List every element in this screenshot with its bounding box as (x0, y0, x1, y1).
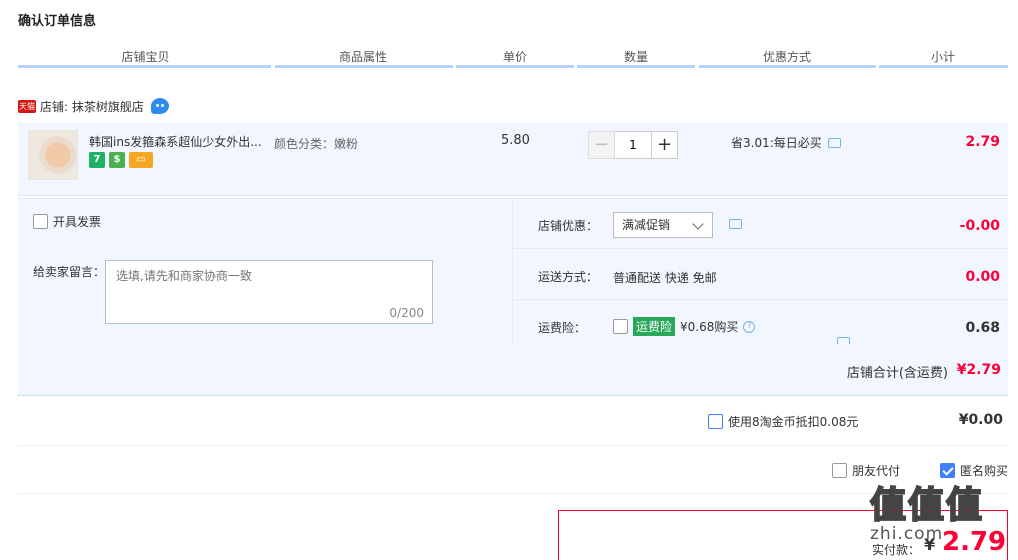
memo-box: 0/200 (105, 260, 433, 324)
payment-amount: 2.79 (942, 527, 1007, 557)
qty-plus-button[interactable]: + (651, 131, 678, 159)
taobao-coin-checkbox[interactable] (708, 414, 723, 429)
item-unit-price: 5.80 (501, 133, 530, 148)
shipping-value: 0.00 (965, 269, 1000, 285)
seven-day-return-icon[interactable]: 7 (89, 152, 105, 168)
insurance-label: 运费险： (538, 321, 587, 335)
payment-options-row: 朋友代付 匿名购买 (18, 448, 1008, 494)
invoice-checkbox[interactable] (33, 214, 48, 229)
shipping-method: 普通配送 快递 免邮 (613, 271, 717, 285)
order-options: 开具发票 给卖家留言： 0/200 店铺优惠： 满减促销 -0.00 运送方式：… (18, 198, 1008, 347)
column-underline (18, 65, 271, 68)
column-underline (699, 65, 876, 68)
item-thumbnail[interactable] (28, 130, 78, 180)
discount-help-icon[interactable] (729, 219, 742, 229)
anonymous-label: 匿名购买 (960, 464, 1009, 478)
anonymous-option[interactable]: 匿名购买 (940, 462, 1008, 479)
shop-discount-value: -0.00 (959, 218, 1000, 234)
shop-discount-label: 店铺优惠： (538, 219, 599, 233)
column-header-qty: 数量 (623, 50, 648, 64)
payment-summary: 实付款： ¥ 2.79 (558, 510, 1008, 560)
shop-total-label: 店铺合计(含运费) (846, 366, 948, 381)
column-underline (275, 65, 453, 68)
chevron-down-icon (692, 218, 704, 230)
invoice-option[interactable]: 开具发票 (33, 213, 101, 230)
shipping-row: 运送方式： 普通配送 快递 免邮 0.00 (513, 250, 1008, 300)
column-header: 店铺宝贝 商品属性 单价 数量 优惠方式 小计 (18, 46, 1008, 68)
column-header-discount: 优惠方式 (762, 50, 811, 64)
qty-minus-button[interactable]: − (588, 131, 615, 159)
page-title: 确认订单信息 (18, 14, 97, 29)
quantity-stepper: − + (588, 131, 678, 159)
item-subtotal: 2.79 (965, 134, 1000, 150)
item-attribute: 颜色分类：嫩粉 (274, 137, 359, 151)
payment-label: 实付款： (872, 543, 921, 557)
shop-row: 天猫 店铺: 抹茶树旗舰店 (18, 96, 169, 116)
insurance-value: 0.68 (965, 320, 1000, 336)
invoice-label: 开具发票 (53, 215, 102, 229)
friend-pay-checkbox[interactable] (832, 463, 847, 478)
item-discount: 省3.01:每日必买 (731, 134, 841, 151)
shop-discount-selected: 满减促销 (622, 218, 671, 232)
friend-pay-label: 朋友代付 (852, 464, 901, 478)
item-title-link[interactable]: 韩国ins发箍森系超仙少女外出... (89, 133, 269, 150)
payment-currency: ¥ (924, 535, 936, 554)
insurance-checkbox[interactable] (613, 319, 628, 334)
column-header-attr: 商品属性 (338, 50, 387, 64)
column-header-subtotal: 小计 (930, 50, 955, 64)
anonymous-checkbox[interactable] (940, 463, 955, 478)
memo-textarea[interactable] (106, 261, 432, 323)
taobao-coin-option[interactable]: 使用8淘金币抵扣0.08元 (708, 413, 858, 430)
order-item-row: 韩国ins发箍森系超仙少女外出... 7 $ ▭ 颜色分类：嫩粉 5.80 − … (18, 122, 1008, 196)
tmall-badge: 天猫 (18, 99, 36, 113)
friend-pay-option[interactable]: 朋友代付 (832, 462, 900, 479)
item-badges: 7 $ ▭ (89, 152, 153, 168)
insurance-price: ¥0.68购买 (680, 320, 739, 334)
credit-card-icon[interactable]: ▭ (129, 152, 153, 168)
shop-discount-row: 店铺优惠： 满减促销 -0.00 (513, 199, 1008, 249)
shop-total-row: 店铺合计(含运费) ¥2.79 (18, 344, 1008, 396)
taobao-coin-value: ¥0.00 (958, 412, 1003, 428)
shop-name-link[interactable]: 店铺: 抹茶树旗舰店 (40, 98, 144, 115)
column-underline (456, 65, 574, 68)
question-icon[interactable]: ? (743, 320, 756, 333)
insurance-tag: 运费险 (633, 317, 676, 336)
memo-char-count: 0/200 (389, 306, 424, 320)
item-discount-text: 省3.01:每日必买 (731, 136, 822, 150)
insurance-option: 运费险 ¥0.68购买 ? (613, 317, 850, 347)
shipping-label: 运送方式： (538, 270, 599, 284)
column-header-item: 店铺宝贝 (121, 50, 170, 64)
discount-info-icon[interactable] (827, 137, 841, 148)
wangwang-chat-icon[interactable] (150, 98, 169, 114)
memo-label: 给卖家留言： (33, 265, 106, 279)
qty-input[interactable] (615, 131, 651, 159)
shop-total-value: ¥2.79 (956, 362, 1001, 378)
taobao-coin-label: 使用8淘金币抵扣0.08元 (728, 415, 859, 429)
shop-discount-select[interactable]: 满减促销 (613, 212, 713, 238)
column-underline (577, 65, 695, 68)
taobao-coin-row: 使用8淘金币抵扣0.08元 ¥0.00 (18, 398, 1008, 446)
column-header-price: 单价 (502, 50, 527, 64)
column-underline (879, 65, 1008, 68)
guarantee-icon[interactable]: $ (109, 152, 125, 168)
